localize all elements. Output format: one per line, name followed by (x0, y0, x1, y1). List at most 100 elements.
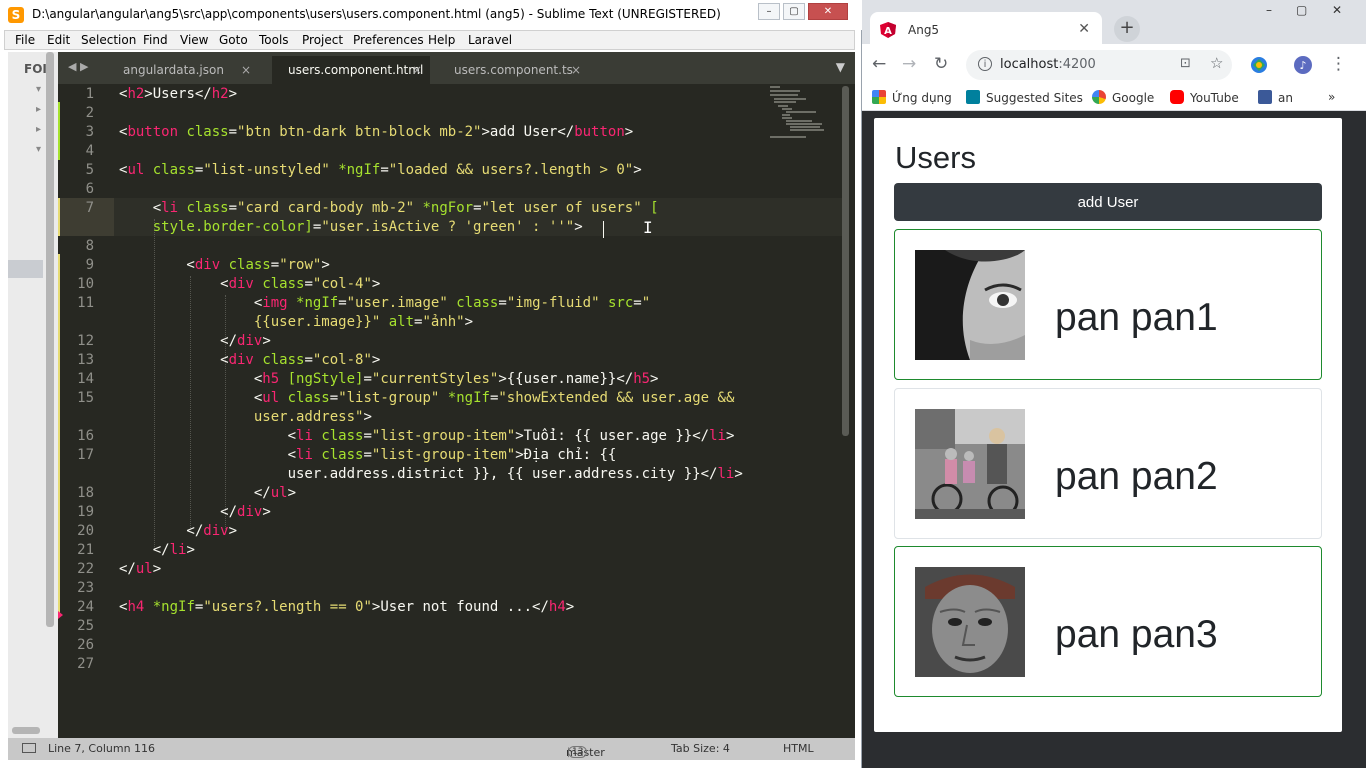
chrome-tabstrip: A Ang5 ✕ + – ▢ ✕ (862, 0, 1366, 48)
menu-dots-icon[interactable]: ⋮ (1330, 54, 1347, 74)
tab-close-icon[interactable]: × (241, 63, 251, 77)
new-tab-button[interactable]: + (1114, 16, 1140, 42)
editor-scrollbar[interactable] (842, 86, 849, 436)
menu-help[interactable]: Help (428, 33, 455, 47)
folder-collapse-icon[interactable]: ▸ (36, 104, 41, 115)
sublime-window: S D:\angular\angular\ang5\src\app\compon… (0, 0, 862, 768)
menu-project[interactable]: Project (302, 33, 343, 47)
add-user-button[interactable]: add User (894, 183, 1322, 221)
tab-list-dropdown-icon[interactable]: ▼ (836, 60, 845, 74)
folder-expand-icon[interactable]: ▾ (36, 84, 41, 95)
google-icon (1092, 90, 1106, 104)
bookmark-youtube[interactable]: YouTube (1170, 90, 1239, 105)
address-bar[interactable]: i localhost:4200 ⊡ ☆ (966, 50, 1232, 80)
line-number: 19 (77, 504, 94, 520)
tab-close-icon[interactable]: ✕ (1078, 21, 1090, 37)
code-content[interactable]: <h2>Users</h2> <button class="btn btn-da… (119, 84, 743, 615)
tab-bar: ◀ ▶ angulardata.json × users.component.h… (58, 52, 855, 84)
apps-grid-icon (872, 90, 886, 104)
profile-avatar-icon[interactable]: ♪ (1294, 56, 1312, 74)
line-number: 12 (77, 333, 94, 349)
tab-users-component-html[interactable]: users.component.html × (272, 56, 430, 84)
line-number: 14 (77, 371, 94, 387)
bookmark-star-icon[interactable]: ☆ (1210, 54, 1223, 72)
line-number: 8 (85, 238, 94, 254)
forward-icon[interactable]: → (902, 54, 916, 74)
extension-icon[interactable] (1250, 56, 1268, 74)
tab-size[interactable]: Tab Size: 4 (671, 742, 730, 755)
line-number: 24 (77, 599, 94, 615)
url-text: localhost:4200 (1000, 57, 1096, 72)
code-editor[interactable]: 1 2 3 4 5 6 7 8 9 10 11 12 13 14 15 16 1… (58, 84, 855, 738)
menu-view[interactable]: View (180, 33, 208, 47)
menu-laravel[interactable]: Laravel (468, 33, 512, 47)
menu-find[interactable]: Find (143, 33, 168, 47)
menu-tools[interactable]: Tools (259, 33, 289, 47)
facebook-icon (1258, 90, 1272, 104)
user-card: pan pan2 (894, 388, 1322, 539)
svg-text:A: A (884, 26, 892, 37)
bookmark-suggested-sites[interactable]: Suggested Sites (966, 90, 1083, 105)
line-number: 15 (77, 390, 94, 406)
line-number: 6 (85, 181, 94, 197)
chrome-window: A Ang5 ✕ + – ▢ ✕ ← → ↻ i localhost:4200 … (862, 0, 1366, 768)
minimize-button[interactable]: – (1266, 3, 1272, 17)
bookmark-apps[interactable]: Ứng dụng (872, 90, 952, 105)
tab-label: users.component.html (288, 63, 424, 77)
minimize-button[interactable]: – (758, 3, 780, 20)
user-photo (915, 567, 1025, 677)
menu-goto[interactable]: Goto (219, 33, 248, 47)
menu-preferences[interactable]: Preferences (353, 33, 424, 47)
tab-nav-arrows-icon[interactable]: ◀ ▶ (68, 60, 88, 73)
maximize-button[interactable]: ▢ (783, 3, 805, 20)
tab-close-icon[interactable]: × (571, 63, 581, 77)
sidebar-selected-item[interactable] (8, 260, 43, 278)
user-photo (915, 250, 1025, 360)
site-info-icon[interactable]: i (978, 57, 992, 71)
sidebar-h-scrollbar[interactable] (12, 727, 40, 734)
tab-users-component-ts[interactable]: users.component.ts × (438, 56, 593, 84)
menu-bar: File Edit Selection Find View Goto Tools… (4, 30, 855, 50)
url-host: localhost (1000, 57, 1059, 72)
browser-tab[interactable]: A Ang5 ✕ (870, 12, 1102, 48)
back-icon[interactable]: ← (872, 54, 886, 74)
sublime-titlebar: S D:\angular\angular\ang5\src\app\compon… (0, 0, 862, 30)
bookmark-google[interactable]: Google (1092, 90, 1154, 105)
tab-angulardata-json[interactable]: angulardata.json × (106, 56, 261, 84)
text-cursor (603, 221, 604, 238)
folder-collapse-icon[interactable]: ▸ (36, 124, 41, 135)
user-card: pan pan3 (894, 546, 1322, 697)
line-number: 23 (77, 580, 94, 596)
line-number: 9 (85, 257, 94, 273)
line-number: 5 (85, 162, 94, 178)
line-number: 18 (77, 485, 94, 501)
page-title: Users (895, 140, 976, 175)
angular-icon: A (880, 22, 896, 38)
branch-count-badge: 13 (568, 746, 588, 758)
close-button[interactable]: ✕ (1332, 3, 1342, 17)
tab-close-icon[interactable]: × (412, 63, 422, 77)
user-card: pan pan1 (894, 229, 1322, 380)
line-number: 13 (77, 352, 94, 368)
folder-expand-icon[interactable]: ▾ (36, 144, 41, 155)
tab-label: angulardata.json (123, 63, 224, 77)
syntax-mode[interactable]: HTML (783, 742, 814, 755)
bookmark-label: Suggested Sites (986, 91, 1083, 105)
bookmarks-overflow-icon[interactable]: » (1328, 90, 1335, 104)
bookmark-facebook[interactable]: an (1258, 90, 1293, 105)
user-name: pan pan3 (1055, 613, 1218, 656)
sidebar-scrollbar[interactable] (46, 52, 54, 627)
menu-file[interactable]: File (15, 33, 35, 47)
panel-toggle-icon[interactable] (22, 743, 36, 753)
minimap[interactable] (768, 84, 838, 144)
menu-edit[interactable]: Edit (47, 33, 70, 47)
sidebar: FOI ▾ ▸ ▸ ▾ (8, 52, 58, 740)
reload-icon[interactable]: ↻ (934, 54, 948, 74)
maximize-button[interactable]: ▢ (1296, 3, 1307, 17)
close-button[interactable]: ✕ (808, 3, 848, 20)
line-number: 22 (77, 561, 94, 577)
translate-icon[interactable]: ⊡ (1180, 56, 1191, 71)
menu-selection[interactable]: Selection (81, 33, 136, 47)
bookmark-label: an (1278, 91, 1293, 105)
line-number: 17 (77, 447, 94, 463)
